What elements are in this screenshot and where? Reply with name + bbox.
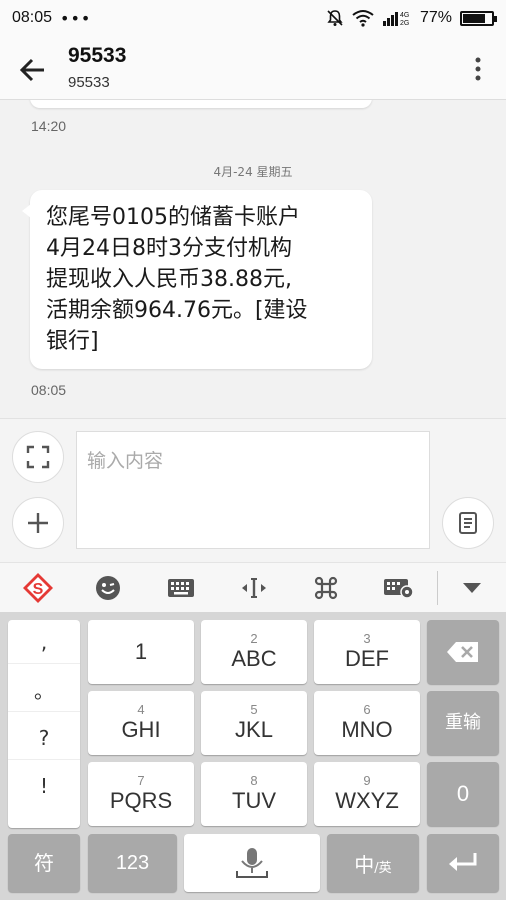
collapse-icon [463, 583, 481, 593]
battery-percent: 77% [419, 9, 452, 26]
message-line: 4月24日8时3分支付机构 [46, 236, 292, 261]
template-button[interactable] [442, 497, 494, 549]
symbols-key[interactable]: 符 [8, 834, 80, 892]
enter-key[interactable] [427, 834, 499, 892]
status-bar: 08:05 ••• 4G 2G 77% [0, 0, 506, 36]
date-separator: 4月-24 星期五 [213, 165, 293, 179]
note-icon [459, 512, 477, 534]
punct-key[interactable]: 。 [8, 668, 80, 712]
key-pqrs[interactable]: 7 PQRS [88, 762, 194, 826]
sogou-logo-icon: S [23, 573, 53, 603]
key-jkl[interactable]: 5 JKL [201, 691, 307, 755]
back-arrow-icon[interactable] [18, 54, 50, 86]
keyboard-icon [168, 579, 194, 597]
fullscreen-icon [26, 445, 50, 469]
emoji-button[interactable] [80, 563, 136, 613]
message-input-placeholder: 输入内容 [87, 450, 164, 472]
key-wxyz[interactable]: 9 WXYZ [314, 762, 420, 826]
key-def[interactable]: 3 DEF [314, 620, 420, 684]
reenter-key[interactable]: 重输 [427, 691, 499, 755]
key-abc[interactable]: 2 ABC [201, 620, 307, 684]
battery-icon [460, 10, 497, 26]
svg-text:S: S [33, 581, 44, 598]
toolbar-divider [437, 571, 438, 605]
message-bubble[interactable]: 您尾号0105的储蓄卡账户 4月24日8时3分支付机构 提现收入人民币38.88… [22, 190, 372, 369]
key-1[interactable]: 1 [88, 620, 194, 684]
microphone-icon [236, 848, 268, 878]
space-key[interactable] [184, 834, 320, 892]
fullscreen-button[interactable] [12, 431, 64, 483]
punct-key[interactable]: , [8, 620, 80, 664]
contact-number: 95533 [68, 74, 110, 91]
emoji-icon [96, 576, 120, 600]
punct-key[interactable]: ! [8, 764, 80, 808]
svg-text:4G: 4G [400, 12, 409, 19]
key-tuv[interactable]: 8 TUV [201, 762, 307, 826]
punctuation-list[interactable]: , 。 ? ! [8, 620, 80, 828]
key-0[interactable]: 0 [427, 762, 499, 826]
ime-toolbar: S [0, 562, 506, 612]
keyboard-switch-button[interactable] [153, 563, 209, 613]
message-line: 活期余额964.76元。[建设 [46, 298, 308, 323]
cursor-button[interactable] [226, 563, 282, 613]
ime-keyboard: , 。 ? ! 1 2 ABC 3 DEF 4 GHI 5 JKL 6 MNO 重输 7P… [0, 612, 506, 900]
attach-button[interactable] [12, 497, 64, 549]
collapse-keyboard-button[interactable] [444, 563, 500, 613]
more-vert-icon[interactable] [472, 56, 484, 82]
key-mno[interactable]: 6 MNO [314, 691, 420, 755]
command-icon [314, 576, 338, 600]
composer: 输入内容 [0, 418, 506, 562]
keyboard-settings-icon [384, 579, 414, 599]
notification-dots: ••• [60, 8, 92, 28]
status-time: 08:05 [12, 9, 53, 26]
backspace-icon [447, 642, 478, 662]
message-time: 08:05 [31, 382, 67, 398]
backspace-key[interactable] [427, 620, 499, 684]
message-line: 银行] [46, 329, 99, 354]
previous-message-time: 14:20 [31, 118, 67, 134]
punct-key[interactable]: ? [8, 716, 80, 760]
svg-text:2G: 2G [400, 20, 409, 27]
number-key[interactable]: 123 [88, 834, 177, 892]
enter-icon [449, 853, 477, 871]
conversation-header: 95533 95533 [0, 36, 506, 100]
command-button[interactable] [298, 563, 354, 613]
contact-title: 95533 [68, 44, 127, 67]
sogou-logo-button[interactable]: S [10, 563, 66, 613]
wifi-icon [352, 10, 374, 27]
message-line: 您尾号0105的储蓄卡账户 [46, 205, 300, 230]
message-input[interactable]: 输入内容 [76, 431, 430, 549]
previous-message-bubble[interactable] [30, 100, 372, 108]
signal-icon: 4G2G [382, 12, 409, 27]
mute-icon [327, 10, 343, 26]
message-line: 提现收入人民币38.88元, [46, 267, 292, 292]
language-switch-key[interactable]: 中/英 [327, 834, 419, 892]
keyboard-settings-button[interactable] [371, 563, 427, 613]
key-ghi[interactable]: 4 GHI [88, 691, 194, 755]
cursor-icon [242, 578, 266, 598]
message-list[interactable]: 14:20 4月-24 星期五 您尾号0105的储蓄卡账户 4月24日8时3分支… [0, 100, 506, 418]
plus-icon [28, 513, 48, 533]
